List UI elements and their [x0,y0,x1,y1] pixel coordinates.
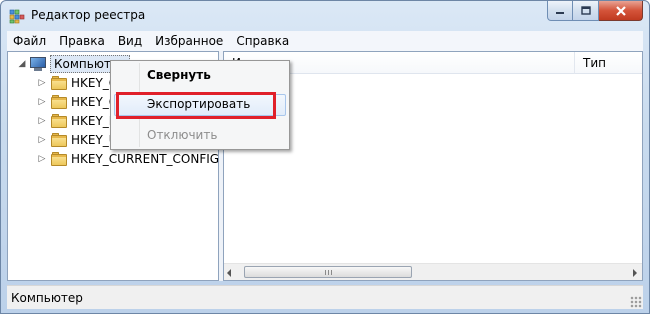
scroll-thumb[interactable] [244,266,412,278]
expand-arrow-icon[interactable]: ▷ [36,130,48,149]
menu-edit[interactable]: Правка [53,34,112,48]
menu-bar: Файл Правка Вид Избранное Справка [7,31,643,51]
expand-arrow-icon[interactable]: ▷ [36,92,48,111]
folder-icon [51,75,67,90]
menu-help[interactable]: Справка [230,34,296,48]
expand-arrow-icon[interactable]: ▷ [36,111,48,130]
tree-node-hkey-2[interactable]: ▷ HKEY_C [36,92,117,111]
minimize-button[interactable] [547,1,573,21]
folder-icon [51,94,67,109]
menu-file[interactable]: Файл [7,34,53,48]
tree-node-hkey-1[interactable]: ▷ HKEY_C [36,73,117,92]
window-title: Редактор реестра [31,8,146,22]
column-header-type[interactable]: Тип [583,56,606,70]
scroll-right-icon[interactable] [633,269,637,277]
maximize-button[interactable] [573,1,599,21]
scroll-left-icon[interactable] [227,269,231,277]
grip-icon [325,270,332,275]
menu-item-collapse[interactable]: Свернуть [147,68,211,82]
collapse-arrow-icon[interactable]: ◢ [16,54,28,73]
computer-icon [30,56,46,71]
column-divider[interactable] [574,52,575,74]
window-controls [547,1,643,21]
tree-node-hkey-current-config[interactable]: ▷ HKEY_CURRENT_CONFIG [36,149,219,168]
status-path: Компьютер [11,291,83,305]
expand-arrow-icon[interactable]: ▷ [36,149,48,168]
registry-editor-app-icon [9,9,25,24]
close-icon [615,5,626,16]
menu-item-disconnect: Отключить [147,128,218,142]
menu-view[interactable]: Вид [112,34,149,48]
close-button[interactable] [599,1,643,21]
resize-grip-icon[interactable] [630,296,642,308]
folder-icon [51,113,67,128]
folder-icon [51,132,67,147]
title-bar[interactable]: Редактор реестра [1,1,649,31]
expand-arrow-icon[interactable]: ▷ [36,73,48,92]
tree-node-hkey-3[interactable]: ▷ HKEY_L [36,111,116,130]
tree-node-hkey-4[interactable]: ▷ HKEY_U [36,130,118,149]
tree-node-label: HKEY_CURRENT_CONFIG [71,151,220,166]
menu-favorites[interactable]: Избранное [149,34,230,48]
minimize-icon [556,11,564,14]
registry-editor-window: Редактор реестра Файл Правка Вид Избранн… [0,0,650,314]
status-bar: Компьютер [7,285,643,309]
tree-node-label: HKEY_L [71,113,116,128]
horizontal-scrollbar[interactable] [224,263,642,280]
folder-icon [51,151,67,166]
export-highlight-frame [116,92,276,119]
maximize-icon [580,5,591,15]
